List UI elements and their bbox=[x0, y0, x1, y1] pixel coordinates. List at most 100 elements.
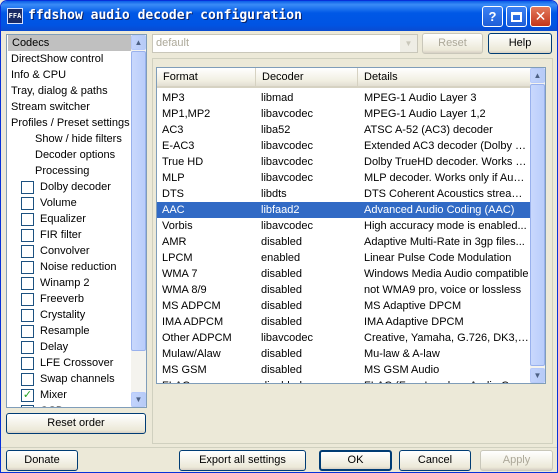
sidebar-item-dolby-decoder[interactable]: Dolby decoder bbox=[7, 179, 111, 195]
column-header-details[interactable]: Details bbox=[358, 68, 530, 86]
filter-checkbox[interactable] bbox=[21, 180, 34, 194]
column-header-decoder[interactable]: Decoder bbox=[256, 68, 358, 86]
table-row[interactable]: AMR disabled Adaptive Multi-Rate in 3gp fi… bbox=[157, 234, 530, 250]
sidebar-item-convolver[interactable]: Convolver bbox=[7, 243, 90, 259]
sidebar-item-delay[interactable]: Delay bbox=[7, 339, 68, 355]
sidebar-item-label: Freeverb bbox=[40, 293, 85, 305]
decoder-cell: libavcodec bbox=[261, 108, 313, 120]
title-bar[interactable]: FFA ffdshow audio decoder configuration … bbox=[1, 1, 557, 31]
table-row[interactable]: MP1,MP2 libavcodec MPEG-1 Audio Layer 1,2 bbox=[157, 106, 530, 122]
sidebar-item-osd[interactable]: OSD bbox=[7, 403, 64, 407]
table-row[interactable]: LPCM enabled Linear Pulse Code Modulation bbox=[157, 250, 530, 266]
sidebar-item-crystality[interactable]: Crystality bbox=[7, 307, 85, 323]
details-cell: Adaptive Multi-Rate in 3gp files... bbox=[364, 236, 525, 248]
sidebar-item-label: Volume bbox=[40, 197, 77, 209]
table-row[interactable]: MS ADPCM disabled MS Adaptive DPCM bbox=[157, 298, 530, 314]
sidebar-item-label: Noise reduction bbox=[40, 261, 117, 273]
dropdown-arrow-icon: ▼ bbox=[400, 35, 417, 52]
filter-checkbox[interactable] bbox=[21, 324, 34, 338]
sidebar-item-fir-filter[interactable]: FIR filter bbox=[7, 227, 82, 243]
table-row[interactable]: MP3 libmad MPEG-1 Audio Layer 3 bbox=[157, 90, 530, 106]
sidebar-item-tray-dialog-paths[interactable]: Tray, dialog & paths bbox=[7, 83, 108, 99]
settings-page-list[interactable]: Codecs DirectShow control Info & CPU Tray, … bbox=[6, 34, 147, 408]
filter-checkbox[interactable] bbox=[21, 244, 34, 258]
decoder-cell: enabled bbox=[261, 252, 301, 264]
settings-list-scrollbar[interactable]: ▲ ▼ bbox=[131, 35, 146, 407]
maximize-button[interactable] bbox=[506, 6, 527, 27]
table-row[interactable]: MLP libavcodec MLP decoder. Works only if … bbox=[157, 170, 530, 186]
scroll-down-arrow-icon[interactable]: ▼ bbox=[530, 368, 545, 383]
sidebar-item-equalizer[interactable]: Equalizer bbox=[7, 211, 86, 227]
sidebar-item-freeverb[interactable]: Freeverb bbox=[7, 291, 84, 307]
sidebar-item-noise-reduction[interactable]: Noise reduction bbox=[7, 259, 116, 275]
scroll-up-arrow-icon[interactable]: ▲ bbox=[131, 35, 146, 50]
column-header-format[interactable]: Format bbox=[157, 68, 256, 86]
table-row[interactable]: MS GSM disabled MS GSM Audio bbox=[157, 362, 530, 378]
table-row[interactable]: WMA 7 disabled Windows Media Audio compati… bbox=[157, 266, 530, 282]
sidebar-item-label: Winamp 2 bbox=[40, 277, 90, 289]
filter-checkbox[interactable] bbox=[21, 356, 34, 370]
export-settings-button[interactable]: Export all settings bbox=[179, 450, 306, 471]
sidebar-item-directshow-control[interactable]: DirectShow control bbox=[7, 51, 103, 67]
filter-checkbox[interactable] bbox=[21, 228, 34, 242]
table-row[interactable]: Vorbis libavcodec High accuracy mode is en… bbox=[157, 218, 530, 234]
scroll-down-arrow-icon[interactable]: ▼ bbox=[131, 392, 146, 407]
sidebar-item-stream-switcher[interactable]: Stream switcher bbox=[7, 99, 90, 115]
details-cell: MPEG-1 Audio Layer 3 bbox=[364, 92, 477, 104]
filter-checkbox[interactable] bbox=[21, 308, 34, 322]
codecs-list-scrollbar[interactable]: ▲ ▼ bbox=[530, 68, 545, 383]
table-row[interactable]: AC3 liba52 ATSC A-52 (AC3) decoder bbox=[157, 122, 530, 138]
sidebar-item-volume[interactable]: Volume bbox=[7, 195, 77, 211]
help-button[interactable]: Help bbox=[488, 33, 552, 54]
scroll-up-arrow-icon[interactable]: ▲ bbox=[530, 68, 545, 83]
sidebar-item-info-cpu[interactable]: Info & CPU bbox=[7, 67, 66, 83]
filter-checkbox[interactable] bbox=[21, 260, 34, 274]
codecs-listview[interactable]: Format Decoder Details MP3 libmad MPEG-1 A… bbox=[156, 67, 546, 384]
apply-button: Apply bbox=[480, 450, 553, 471]
sidebar-item-winamp-2[interactable]: Winamp 2 bbox=[7, 275, 90, 291]
filter-checkbox[interactable] bbox=[21, 340, 34, 354]
filter-checkbox[interactable] bbox=[21, 212, 34, 226]
filter-checkbox[interactable] bbox=[21, 404, 34, 407]
table-row[interactable]: DTS libdts DTS Coherent Acoustics stream d… bbox=[157, 186, 530, 202]
help-caption-button[interactable]: ? bbox=[482, 6, 503, 27]
ffdshow-app-icon[interactable]: FFA bbox=[7, 8, 23, 24]
sidebar-item-decoder-options[interactable]: Decoder options bbox=[7, 147, 115, 163]
sidebar-item-resample[interactable]: Resample bbox=[7, 323, 90, 339]
filter-checkbox[interactable] bbox=[21, 196, 34, 210]
format-cell: MS ADPCM bbox=[162, 300, 221, 312]
donate-button[interactable]: Donate bbox=[6, 450, 78, 471]
table-row[interactable]: E-AC3 libavcodec Extended AC3 decoder (Dol… bbox=[157, 138, 530, 154]
table-row[interactable]: AAC libfaad2 Advanced Audio Coding (AAC) bbox=[157, 202, 530, 218]
preset-value: default bbox=[156, 37, 190, 49]
table-row[interactable]: Other ADPCM libavcodec Creative, Yamaha, G… bbox=[157, 330, 530, 346]
table-row[interactable]: WMA 8/9 disabled not WMA9 pro, voice or lo… bbox=[157, 282, 530, 298]
sidebar-item-lfe-crossover[interactable]: LFE Crossover bbox=[7, 355, 113, 371]
table-row[interactable]: True HD libavcodec Dolby TrueHD decoder. W… bbox=[157, 154, 530, 170]
details-cell: IMA Adaptive DPCM bbox=[364, 316, 464, 328]
table-row[interactable]: Mulaw/Alaw disabled Mu-law & A-law bbox=[157, 346, 530, 362]
ok-button[interactable]: OK bbox=[319, 450, 392, 471]
details-cell: ATSC A-52 (AC3) decoder bbox=[364, 124, 493, 136]
window-title: ffdshow audio decoder configuration bbox=[28, 8, 302, 23]
sidebar-item-swap-channels[interactable]: Swap channels bbox=[7, 371, 115, 387]
sidebar-item-profiles-preset-settings[interactable]: Profiles / Preset settings bbox=[7, 115, 130, 131]
sidebar-item-codecs[interactable]: Codecs bbox=[8, 35, 134, 51]
sidebar-item-mixer[interactable]: ✓ Mixer bbox=[7, 387, 67, 403]
table-row[interactable]: IMA ADPCM disabled IMA Adaptive DPCM bbox=[157, 314, 530, 330]
decoder-cell: disabled bbox=[256, 378, 353, 383]
reset-order-button[interactable]: Reset order bbox=[6, 413, 146, 434]
filter-checkbox[interactable]: ✓ bbox=[21, 388, 34, 402]
sidebar-item-processing[interactable]: Processing bbox=[7, 163, 89, 179]
filter-checkbox[interactable] bbox=[21, 276, 34, 290]
scrollbar-thumb[interactable] bbox=[530, 84, 545, 366]
cancel-button[interactable]: Cancel bbox=[399, 450, 471, 471]
table-row[interactable]: FLAC disabled FLAC (Free Lossless Audio Co… bbox=[157, 378, 530, 383]
close-button[interactable]: ✕ bbox=[530, 6, 551, 27]
sidebar-item-show-hide-filters[interactable]: Show / hide filters bbox=[7, 131, 122, 147]
filter-checkbox[interactable] bbox=[21, 372, 34, 386]
scrollbar-thumb[interactable] bbox=[131, 51, 146, 351]
filter-checkbox[interactable] bbox=[21, 292, 34, 306]
checkmark-icon: ✓ bbox=[22, 388, 33, 401]
details-cell: FLAC (Free Lossless Audio Codec) bbox=[359, 378, 530, 383]
